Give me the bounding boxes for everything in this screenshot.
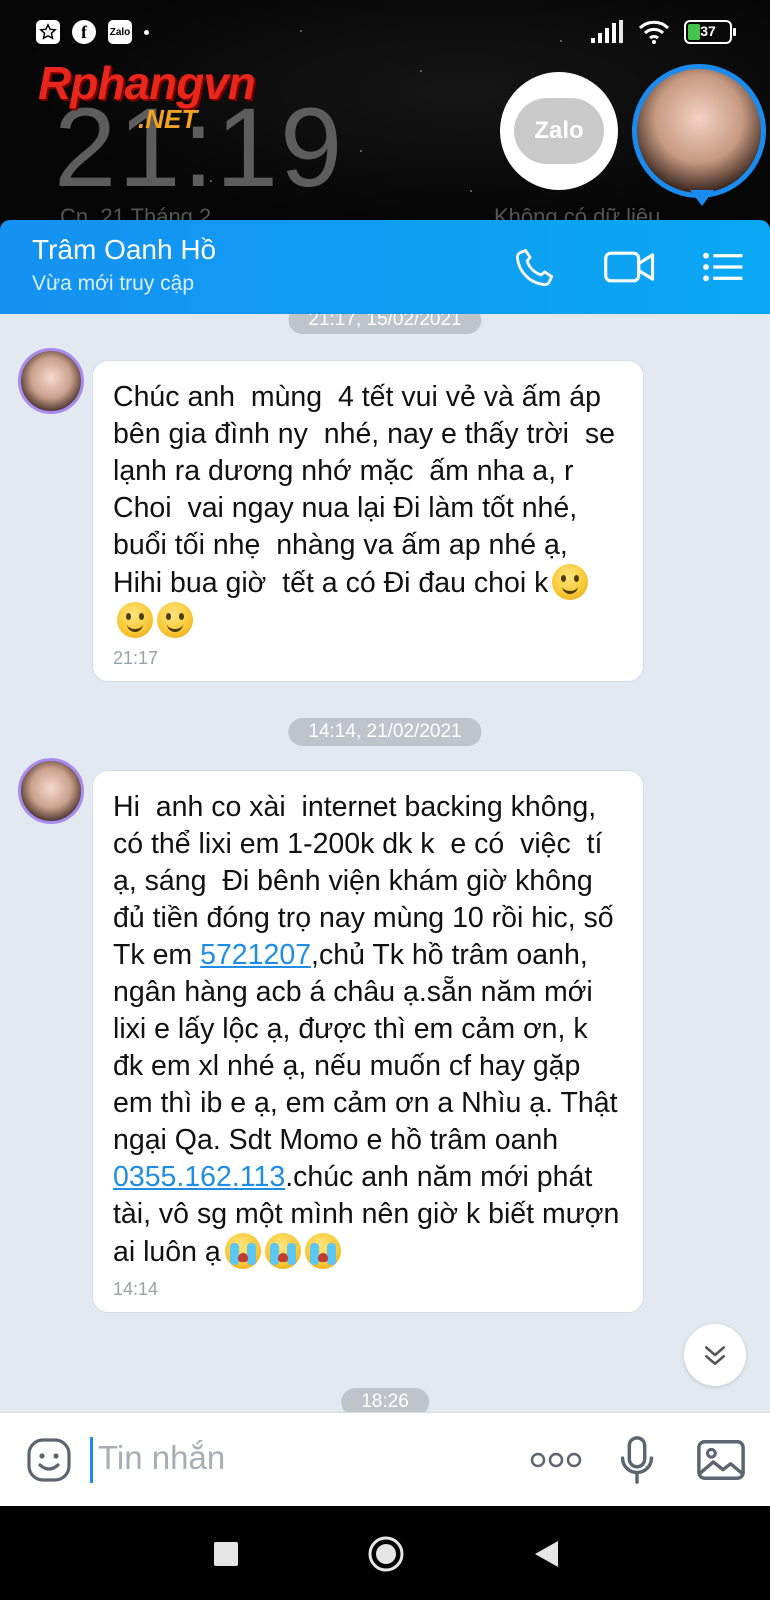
- message-bubble[interactable]: Chúc anh mùng 4 tết vui vẻ và ấm áp bên …: [92, 360, 644, 682]
- sender-avatar[interactable]: [18, 348, 84, 414]
- square-recents-icon: [214, 1542, 238, 1566]
- watermark-logo: Rphangvn .NET: [38, 57, 256, 134]
- message-bubble[interactable]: Hi anh co xài internet backing không, có…: [92, 770, 644, 1313]
- video-call-button[interactable]: [602, 242, 658, 292]
- home-button[interactable]: [364, 1532, 408, 1576]
- message-time: 21:17: [113, 648, 159, 668]
- status-system-icons: 37: [590, 20, 736, 44]
- more-notifications-dot: [144, 29, 149, 35]
- more-dots-icon: [530, 1452, 582, 1468]
- double-chevron-down-icon: [705, 1346, 725, 1365]
- battery-percent: 37: [700, 23, 716, 39]
- message-time: 14:14: [113, 1279, 159, 1299]
- image-picker-button[interactable]: [694, 1435, 748, 1485]
- zalo-floating-bubble[interactable]: Zalo: [500, 72, 618, 190]
- message-input-bar: Tin nhắn: [0, 1412, 770, 1506]
- battery-icon: 37: [684, 20, 736, 44]
- more-options-button[interactable]: [528, 1435, 584, 1485]
- image-icon: [697, 1440, 745, 1480]
- back-triangle-icon: [535, 1541, 558, 1567]
- zalo-bubble-label: Zalo: [514, 98, 604, 164]
- smile-emoji-icon: [552, 564, 589, 600]
- bank-account-link[interactable]: 5721207: [200, 939, 311, 971]
- chat-head-avatar[interactable]: [632, 64, 766, 198]
- status-notification-icons: f Zalo: [36, 20, 149, 44]
- message-text: Chúc anh mùng 4 tết vui vẻ và ấm áp bên …: [113, 379, 623, 640]
- crying-emoji-icon: [224, 1233, 261, 1269]
- microphone-icon: [620, 1436, 654, 1484]
- text-cursor: [90, 1437, 93, 1483]
- app-star-icon: [36, 20, 60, 44]
- zalo-icon: Zalo: [108, 20, 132, 44]
- message-input[interactable]: Tin nhắn: [98, 1439, 225, 1477]
- sticker-button[interactable]: [24, 1435, 74, 1485]
- watermark-main: Rphangvn: [38, 57, 256, 109]
- wifi-icon: [638, 20, 670, 44]
- chat-header: Trâm Oanh Hồ Vừa mới truy cập: [0, 220, 770, 314]
- signal-icon: [591, 20, 623, 43]
- status-bar: f Zalo 37: [0, 0, 770, 64]
- back-button[interactable]: [524, 1532, 568, 1576]
- contact-name[interactable]: Trâm Oanh Hồ: [32, 234, 216, 266]
- options-menu-button[interactable]: [698, 242, 748, 292]
- smile-emoji-icon: [117, 602, 153, 638]
- facebook-icon: f: [72, 20, 96, 44]
- chat-message-list[interactable]: 21:17, 15/02/2021 Chúc anh mùng 4 tết vu…: [0, 314, 770, 1412]
- sender-avatar[interactable]: [18, 758, 84, 824]
- chat-head-pointer: [690, 190, 714, 206]
- crying-emoji-icon: [264, 1233, 301, 1269]
- list-menu-icon: [703, 252, 743, 282]
- scroll-to-bottom-button[interactable]: [684, 1324, 746, 1386]
- system-navigation-bar: [0, 1506, 770, 1600]
- phone-icon: [516, 248, 554, 286]
- message-text: Hi anh co xài internet backing không, có…: [113, 791, 628, 1269]
- video-camera-icon: [604, 251, 655, 283]
- smiley-sticker-icon: [27, 1438, 71, 1482]
- phone-number-link[interactable]: 0355.162.113: [113, 1161, 285, 1193]
- watermark-sub: .NET: [138, 104, 198, 134]
- date-separator: 21:17, 15/02/2021: [288, 314, 482, 334]
- date-separator: 14:14, 21/02/2021: [288, 718, 482, 746]
- recent-apps-button[interactable]: [204, 1532, 248, 1576]
- crying-emoji-icon: [304, 1233, 341, 1269]
- date-separator: 18:26: [341, 1388, 429, 1412]
- home-circle-icon: [368, 1536, 404, 1572]
- contact-status: Vừa mới truy cập: [32, 272, 195, 295]
- voice-record-button[interactable]: [612, 1435, 662, 1485]
- voice-call-button[interactable]: [510, 242, 560, 292]
- smile-emoji-icon: [157, 602, 193, 638]
